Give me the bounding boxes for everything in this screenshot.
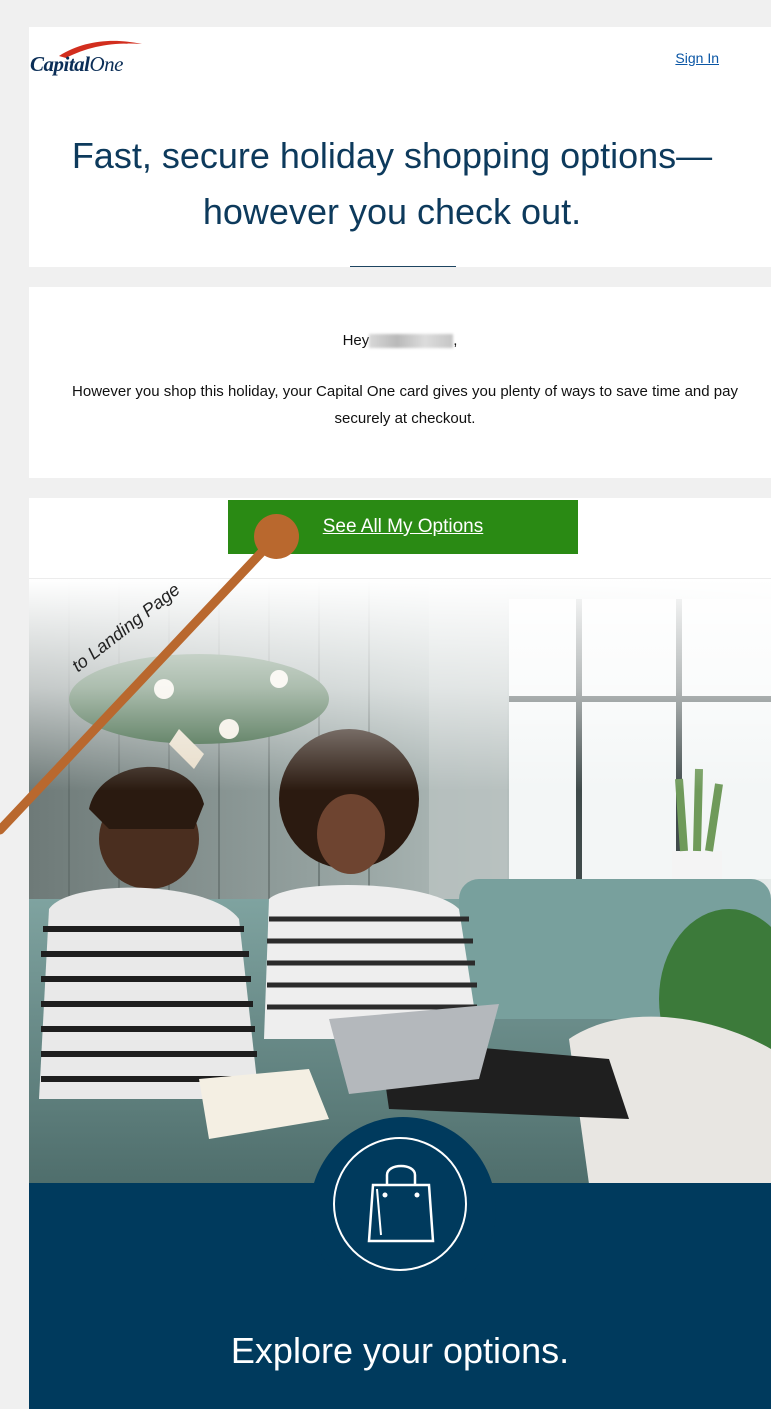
shopping-bag-icon (367, 1164, 435, 1243)
page-headline: Fast, secure holiday shopping options—ho… (71, 135, 713, 232)
section-gap (29, 267, 771, 287)
annotation-dot (254, 514, 299, 559)
logo-wordmark: CapitalOne (30, 52, 124, 76)
sign-in-link[interactable]: Sign In (675, 50, 719, 66)
section-gap (29, 478, 771, 498)
greeting: Hey, (342, 332, 458, 349)
capital-one-logo[interactable]: CapitalOne (30, 38, 180, 82)
redacted-name (369, 334, 454, 349)
intro-text: However you shop this holiday, your Capi… (72, 383, 738, 427)
hero-image (29, 579, 771, 1184)
promo-title: Explore your options. (230, 1330, 570, 1371)
